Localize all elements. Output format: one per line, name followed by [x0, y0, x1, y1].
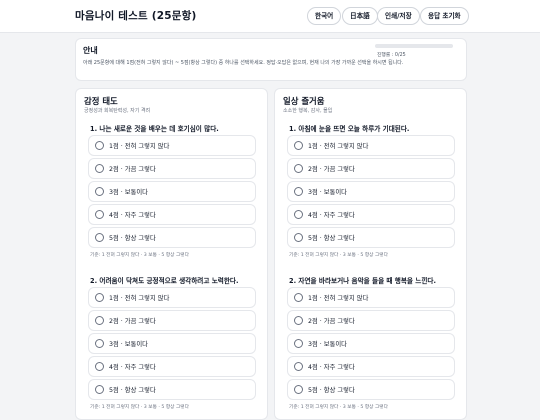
radio-button[interactable]	[294, 210, 303, 219]
option-label: 5점 · 항상 그렇다	[109, 387, 156, 394]
section-subtitle: 긍정성과 회복탄력성, 자기 격려	[84, 108, 151, 114]
answer-option[interactable]: 3점 · 보통이다	[88, 181, 256, 202]
korean-language-button[interactable]: 한국어	[307, 7, 342, 25]
answer-option[interactable]: 5점 · 항상 그렇다	[287, 379, 455, 400]
option-label: 1점 · 전혀 그렇지 않다	[308, 295, 369, 302]
answer-option[interactable]: 4점 · 자주 그렇다	[88, 204, 256, 225]
answer-option[interactable]: 1점 · 전혀 그렇지 않다	[88, 135, 256, 156]
question-title: 1. 나는 새로운 것을 배우는 데 호기심이 많다.	[90, 125, 219, 133]
radio-button[interactable]	[294, 385, 303, 394]
option-label: 3점 · 보통이다	[109, 189, 148, 196]
option-label: 2점 · 가끔 그렇다	[109, 166, 156, 173]
radio-button[interactable]	[294, 164, 303, 173]
answer-option[interactable]: 2점 · 가끔 그렇다	[88, 158, 256, 179]
option-label: 1점 · 전혀 그렇지 않다	[308, 143, 369, 150]
option-label: 2점 · 가끔 그렇다	[308, 318, 355, 325]
section-subtitle: 소소한 행복, 감사, 몰입	[283, 108, 333, 114]
answer-option[interactable]: 3점 · 보통이다	[287, 333, 455, 354]
progress-label: 진행률 : 0/25	[377, 53, 406, 58]
radio-button[interactable]	[294, 362, 303, 371]
scale-legend: 기준: 1 전혀 그렇지 않다 · 3 보통 · 5 항상 그렇다	[289, 253, 388, 258]
print-save-button[interactable]: 인쇄/저장	[377, 7, 420, 25]
answer-option[interactable]: 3점 · 보통이다	[88, 333, 256, 354]
radio-button[interactable]	[95, 141, 104, 150]
answer-option[interactable]: 2점 · 가끔 그렇다	[287, 158, 455, 179]
answer-option[interactable]: 4점 · 자주 그렇다	[287, 204, 455, 225]
radio-button[interactable]	[95, 187, 104, 196]
radio-button[interactable]	[95, 164, 104, 173]
progress-bar	[375, 44, 453, 48]
radio-button[interactable]	[95, 233, 104, 242]
radio-button[interactable]	[294, 339, 303, 348]
radio-button[interactable]	[294, 293, 303, 302]
radio-button[interactable]	[95, 339, 104, 348]
answer-option[interactable]: 5점 · 항상 그렇다	[88, 379, 256, 400]
option-label: 4점 · 자주 그렇다	[308, 364, 355, 371]
answer-option[interactable]: 1점 · 전혀 그렇지 않다	[287, 287, 455, 308]
app-title: 마음나이 테스트 (25문항)	[75, 10, 197, 22]
answer-option[interactable]: 2점 · 가끔 그렇다	[287, 310, 455, 331]
option-label: 5점 · 항상 그렇다	[308, 387, 355, 394]
question-title: 2. 어려움이 닥쳐도 긍정적으로 생각하려고 노력한다.	[90, 277, 239, 285]
radio-button[interactable]	[95, 293, 104, 302]
top-bar: 마음나이 테스트 (25문항) 한국어 日本語 인쇄/저장 응답 초기화	[0, 0, 540, 33]
scale-legend: 기준: 1 전혀 그렇지 않다 · 3 보통 · 5 항상 그렇다	[90, 253, 189, 258]
option-label: 3점 · 보통이다	[109, 341, 148, 348]
section-card-emotion: 감정 태도 긍정성과 회복탄력성, 자기 격려 1. 나는 새로운 것을 배우는…	[75, 88, 268, 420]
section-title: 일상 즐거움	[283, 96, 325, 106]
answer-option[interactable]: 3점 · 보통이다	[287, 181, 455, 202]
radio-button[interactable]	[95, 316, 104, 325]
answer-option[interactable]: 4점 · 자주 그렇다	[287, 356, 455, 377]
japanese-language-button[interactable]: 日本語	[342, 7, 378, 25]
radio-button[interactable]	[294, 316, 303, 325]
option-label: 4점 · 자주 그렇다	[109, 364, 156, 371]
option-label: 4점 · 자주 그렇다	[109, 212, 156, 219]
radio-button[interactable]	[95, 362, 104, 371]
question-title: 2. 자연을 바라보거나 음악을 들을 때 행복을 느낀다.	[289, 277, 436, 285]
option-label: 2점 · 가끔 그렇다	[109, 318, 156, 325]
option-label: 3점 · 보통이다	[308, 341, 347, 348]
answer-option[interactable]: 4점 · 자주 그렇다	[88, 356, 256, 377]
info-text: 아래 25문항에 대해 1점(전혀 그렇지 않다) ~ 5점(항상 그렇다) 중…	[83, 60, 404, 66]
option-label: 2점 · 가끔 그렇다	[308, 166, 355, 173]
option-label: 5점 · 항상 그렇다	[308, 235, 355, 242]
radio-button[interactable]	[95, 210, 104, 219]
question-title: 1. 아침에 눈을 뜨면 오늘 하루가 기대된다.	[289, 125, 410, 133]
option-label: 1점 · 전혀 그렇지 않다	[109, 143, 170, 150]
info-card: 안내 아래 25문항에 대해 1점(전혀 그렇지 않다) ~ 5점(항상 그렇다…	[75, 38, 467, 81]
option-label: 4점 · 자주 그렇다	[308, 212, 355, 219]
answer-option[interactable]: 5점 · 항상 그렇다	[287, 227, 455, 248]
section-card-daily-joy: 일상 즐거움 소소한 행복, 감사, 몰입 1. 아침에 눈을 뜨면 오늘 하루…	[274, 88, 467, 420]
radio-button[interactable]	[294, 233, 303, 242]
radio-button[interactable]	[95, 385, 104, 394]
option-label: 5점 · 항상 그렇다	[109, 235, 156, 242]
section-title: 감정 태도	[84, 96, 118, 106]
radio-button[interactable]	[294, 141, 303, 150]
option-label: 1점 · 전혀 그렇지 않다	[109, 295, 170, 302]
answer-option[interactable]: 2점 · 가끔 그렇다	[88, 310, 256, 331]
radio-button[interactable]	[294, 187, 303, 196]
info-title: 안내	[83, 46, 98, 55]
answer-option[interactable]: 1점 · 전혀 그렇지 않다	[88, 287, 256, 308]
answer-option[interactable]: 5점 · 항상 그렇다	[88, 227, 256, 248]
reset-responses-button[interactable]: 응답 초기화	[420, 7, 469, 25]
answer-option[interactable]: 1점 · 전혀 그렇지 않다	[287, 135, 455, 156]
option-label: 3점 · 보통이다	[308, 189, 347, 196]
